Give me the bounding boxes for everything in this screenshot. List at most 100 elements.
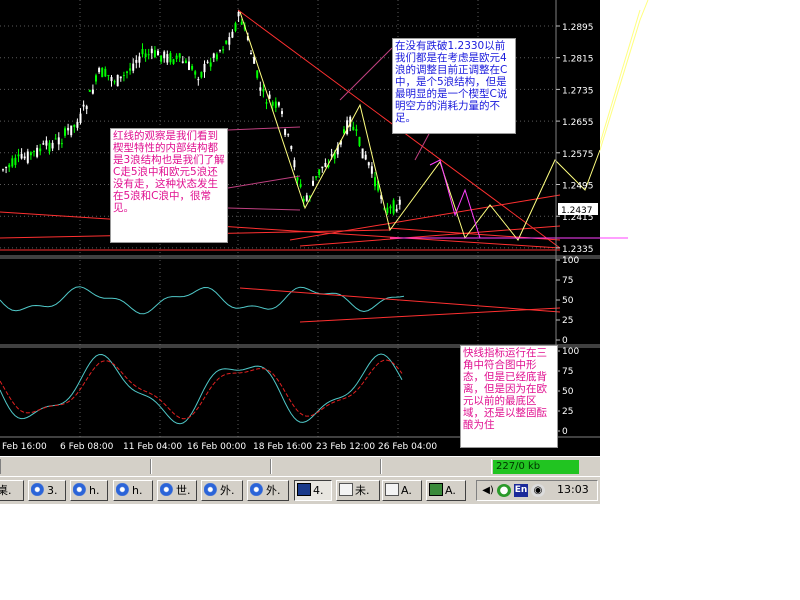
candle-body (361, 148, 364, 159)
taskbar-button-app[interactable]: A. (382, 480, 422, 501)
date-tick-label: 6 Feb 08:00 (60, 442, 114, 452)
price-tick-label: 1.2335 (562, 245, 594, 255)
taskbar-button-document[interactable]: 未. (336, 480, 380, 501)
speaker-icon[interactable]: ◀) (481, 484, 495, 497)
candle-body (184, 60, 187, 64)
candle-body (209, 62, 212, 67)
taskbar-button-browser[interactable]: h. (113, 480, 153, 501)
language-indicator[interactable]: En (514, 484, 528, 497)
document-icon (339, 483, 353, 496)
system-tray: ◀) ● En ◉ 13:03 (476, 480, 598, 501)
candle-body (132, 63, 135, 71)
candle-body (386, 207, 389, 213)
status-segment (150, 459, 272, 474)
taskbar-label: 4. (313, 484, 324, 497)
indicator-1-line (0, 286, 405, 315)
taskbar-label: 桌. (0, 484, 12, 497)
candle-body (178, 53, 181, 58)
date-tick-label: 18 Feb 16:00 (253, 442, 312, 452)
candle-body (98, 68, 101, 73)
trendline (299, 225, 561, 247)
candle-body (135, 59, 138, 63)
candle-body (281, 111, 283, 114)
browser-icon (160, 483, 174, 496)
candle-body (181, 61, 184, 63)
taskbar-button-metatrader[interactable]: 4. (294, 480, 332, 501)
indicator2-tick-label: 75 (562, 367, 573, 377)
candle-body (200, 71, 203, 78)
candle-body (265, 102, 268, 104)
price-tick-label: 1.2815 (562, 55, 594, 65)
candle-body (157, 50, 159, 56)
candle-body (367, 162, 370, 166)
annotation-connector (227, 126, 301, 131)
candle-body (203, 63, 206, 73)
taskbar-label: 外. (266, 484, 281, 497)
candle-body (141, 49, 144, 55)
candle-body (234, 23, 237, 31)
candle-body (129, 68, 132, 71)
status-bar: 227/0 kb (0, 456, 600, 476)
candle-body (215, 54, 218, 60)
taskbar-button-browser[interactable]: h. (70, 480, 108, 501)
indicator2-tick-label: 25 (562, 407, 573, 417)
browser-icon (116, 483, 130, 496)
candle-body (299, 183, 302, 187)
indicator-1-trendline (239, 287, 561, 313)
candle-body (17, 154, 20, 157)
taskbar-label: A. (445, 484, 456, 497)
date-tick-label: Feb 16:00 (2, 442, 47, 452)
taskbar-button-desktop[interactable]: 桌. (0, 480, 24, 501)
taskbar-button-browser[interactable]: 3. (28, 480, 66, 501)
candle-body (206, 61, 209, 63)
chart-window[interactable]: 1.2895 1.2815 1.2735 1.2655 1.2575 1.2495 1.24… (0, 0, 600, 456)
candle-body (2, 169, 4, 171)
candle-body (64, 128, 66, 136)
annotation-top: 在没有跌破1.2330以前我们都是在考虑是欧元4浪的调整目前正调整在C中，是个5… (392, 38, 516, 134)
browser-icon (250, 483, 264, 496)
indicator-2-fast-line (0, 353, 403, 425)
candle-body (73, 124, 76, 127)
date-tick-label: 23 Feb 12:00 (316, 442, 375, 452)
candle-body (250, 52, 252, 55)
candle-body (48, 142, 51, 152)
candle-body (290, 146, 293, 150)
eye-icon[interactable]: ◉ (531, 484, 545, 497)
candle-body (26, 151, 29, 163)
browser-icon (31, 483, 45, 496)
price-tick-label: 1.2735 (562, 86, 594, 96)
app-icon (429, 483, 443, 496)
candle-body (147, 54, 150, 56)
candle-body (166, 54, 169, 63)
candle-body (355, 129, 358, 131)
taskbar: 桌. 3. h. h. 世. 外. 外. 4. 未. A. A. ◀) ● En… (0, 476, 600, 504)
taskbar-button-browser[interactable]: 外. (247, 480, 289, 501)
candle-body (91, 89, 94, 94)
candle-body (370, 166, 373, 174)
candle-body (374, 177, 376, 187)
taskbar-button-browser[interactable]: 外. (201, 480, 243, 501)
candle-body (287, 134, 290, 136)
taskbar-button-app[interactable]: A. (426, 480, 466, 501)
annotation-right: 快线指标运行在三角中符合图中形态，但是已经底背离，但是因为在欧元以前的最底区域，… (460, 345, 558, 448)
indicator2-tick-label: 50 (562, 387, 574, 397)
price-tick-label: 1.2895 (562, 23, 594, 33)
candle-body (101, 68, 104, 78)
candle-body (212, 53, 215, 58)
candle-body (23, 156, 26, 159)
candle-body (321, 166, 324, 169)
candle-body (54, 138, 57, 140)
network-icon[interactable]: ● (497, 484, 511, 497)
candle-body (259, 87, 262, 91)
taskbar-button-browser[interactable]: 世. (157, 480, 197, 501)
candle-body (119, 76, 122, 79)
candle-body (364, 154, 367, 160)
candle-body (20, 153, 23, 159)
candle-body (389, 206, 392, 209)
annotation-connector (227, 175, 301, 189)
candle-body (11, 158, 14, 167)
date-tick-label: 16 Feb 00:00 (187, 442, 246, 452)
candle-body (110, 77, 113, 82)
indicator-1-trendline (299, 307, 561, 323)
candle-body (95, 75, 97, 82)
